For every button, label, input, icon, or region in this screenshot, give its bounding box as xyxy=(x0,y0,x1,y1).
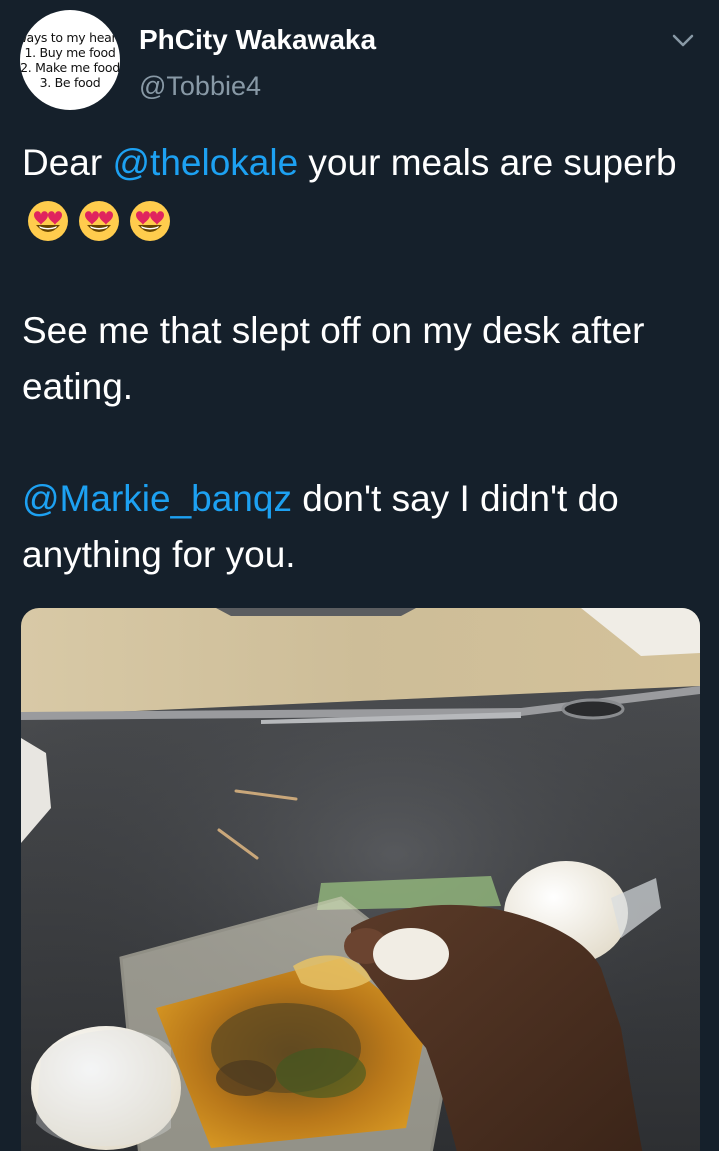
display-name[interactable]: PhCity Wakawaka xyxy=(139,24,376,56)
emoji-group xyxy=(26,199,179,243)
heart-eyes-emoji xyxy=(79,201,119,241)
mention-link[interactable]: @Markie_banqz xyxy=(22,478,292,519)
user-handle[interactable]: @Tobbie4 xyxy=(139,71,261,102)
tweet-paragraph: See me that slept off on my desk after e… xyxy=(22,303,702,415)
avatar[interactable]: Ways to my heart: 1. Buy me food 2. Make… xyxy=(20,10,120,110)
avatar-text-line: 3. Be food xyxy=(39,75,101,90)
tweet-paragraph: @Markie_banqz don't say I didn't do anyt… xyxy=(22,471,702,583)
more-options-button[interactable] xyxy=(669,26,697,54)
chevron-down-icon xyxy=(672,34,694,47)
avatar-text-line: Ways to my heart: xyxy=(20,30,120,45)
text-segment: your meals are superb xyxy=(298,142,677,183)
text-segment: See me that slept off on my desk after e… xyxy=(22,310,645,407)
tweet-photo[interactable] xyxy=(21,608,700,1151)
text-segment: Dear xyxy=(22,142,113,183)
heart-eyes-emoji xyxy=(130,201,170,241)
tweet-text: Dear @thelokale your meals are superb Se… xyxy=(22,135,702,583)
heart-eyes-emoji xyxy=(28,201,68,241)
avatar-text-line: 2. Make me food xyxy=(20,60,120,75)
tweet-paragraph: Dear @thelokale your meals are superb xyxy=(22,135,702,247)
mention-link[interactable]: @thelokale xyxy=(112,142,298,183)
avatar-text-line: 1. Buy me food xyxy=(24,45,116,60)
photo-food-on-desk xyxy=(21,608,700,1151)
